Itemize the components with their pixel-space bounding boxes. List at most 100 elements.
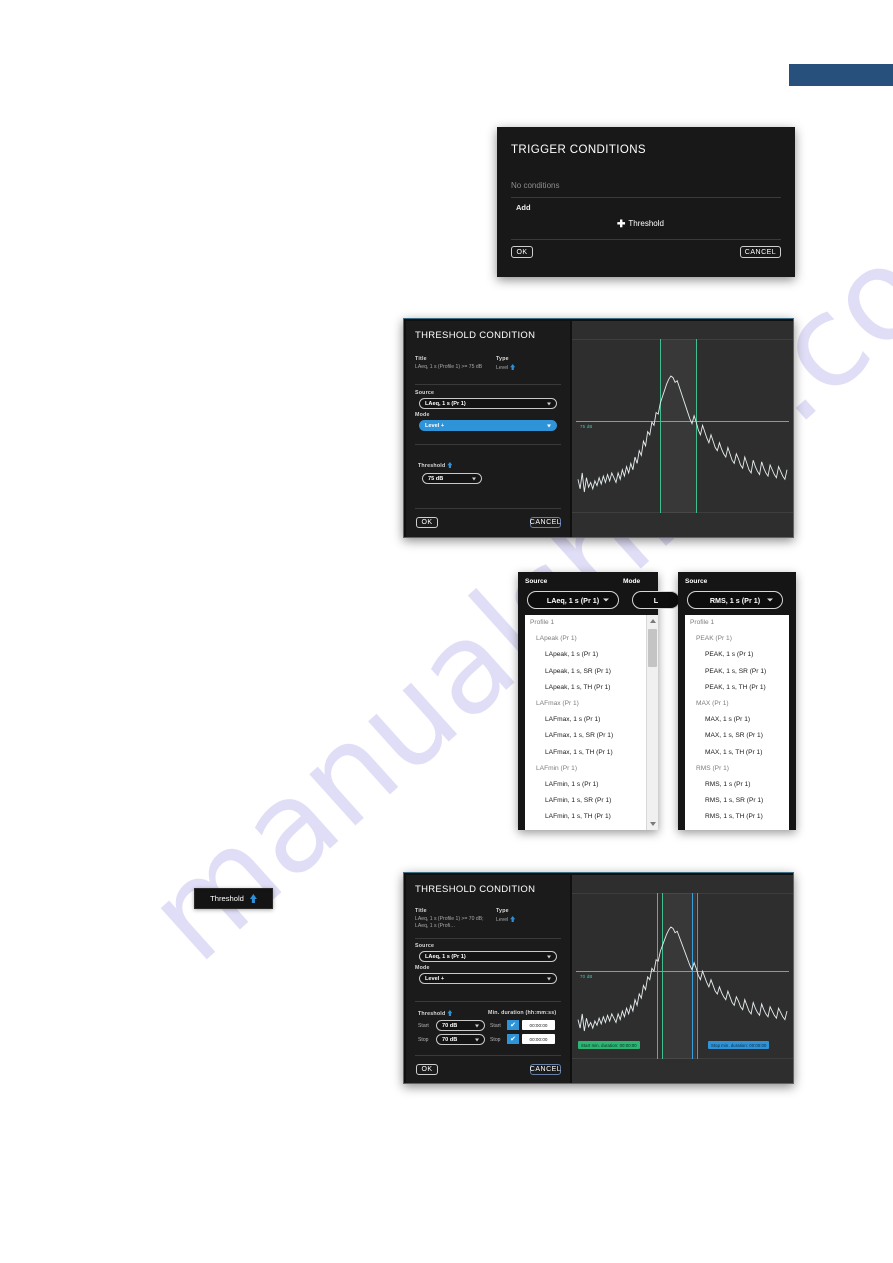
source-select[interactable]: RMS, 1 s (Pr 1) [687, 591, 783, 609]
threshold-badge[interactable]: Threshold [194, 888, 273, 909]
threshold-graph-panel-lower: 70 dB Start min. duration: 00:00:00 Stop… [572, 875, 793, 1083]
list-item[interactable]: LAFmax, 1 s (Pr 1) [525, 712, 658, 728]
divider-3 [415, 508, 561, 509]
duration-stop-field[interactable]: 00:00:00 [522, 1034, 555, 1044]
type-value: Level [496, 917, 509, 923]
scroll-up-icon[interactable] [649, 619, 656, 623]
ok-button[interactable]: OK [511, 246, 533, 258]
min-duration-label: Min. duration (hh:mm:ss) [488, 1010, 557, 1016]
chevron-down-icon [603, 598, 609, 602]
duration-start-checkbox[interactable]: ✔ [507, 1020, 519, 1030]
source-value: LAeq, 1 s (Pr 1) [425, 400, 466, 407]
list-item[interactable]: MAX, 1 s, SR (Pr 1) [685, 728, 789, 744]
threshold-icon [447, 462, 453, 468]
divider-bottom [511, 239, 781, 240]
trigger-conditions-title: TRIGGER CONDITIONS [511, 144, 646, 156]
type-value-row: Level [496, 364, 516, 371]
list-item: Profile 1 [530, 619, 555, 626]
cancel-button[interactable]: CANCEL [740, 246, 781, 258]
title-value: LAeq, 1 s (Profile 1) >= 70 dB; LAeq, 1 … [415, 916, 484, 929]
list-item: LAFmax (Pr 1) [536, 699, 579, 707]
list-item[interactable]: LAFmax, 1 s, TH (Pr 1) [525, 745, 658, 761]
source-label: Source [685, 578, 708, 585]
scroll-down-icon[interactable] [649, 822, 656, 826]
list-item[interactable]: LAFmin, 1 s, SR (Pr 1) [525, 793, 658, 809]
list-item: PEAK (Pr 1) [696, 635, 732, 643]
threshold-start-select[interactable]: 70 dB [436, 1020, 485, 1031]
chevron-down-icon [767, 598, 773, 602]
threshold-value: 75 dB [428, 475, 444, 482]
cancel-button[interactable]: CANCEL [530, 1064, 561, 1075]
list-item[interactable]: RMS, 1 s (Pr 1) [685, 777, 789, 793]
source-option-list[interactable]: Profile 1 LApeak (Pr 1) LApeak, 1 s (Pr 1)… [525, 615, 658, 830]
threshold-stop-label: Stop [418, 1037, 429, 1043]
chevron-down-icon [475, 1024, 479, 1027]
source-select[interactable]: LAeq, 1 s (Pr 1) [419, 951, 557, 962]
level-graph: 75 dB [572, 321, 793, 537]
list-item[interactable]: MAX, 1 s (Pr 1) [685, 712, 789, 728]
mode-label: Mode [623, 578, 641, 585]
source-option-list[interactable]: Profile 1 PEAK (Pr 1) PEAK, 1 s (Pr 1) PEAK… [685, 615, 789, 830]
ok-button[interactable]: OK [416, 1064, 438, 1075]
scrollbar-thumb[interactable] [648, 629, 657, 667]
threshold-start-value: 70 dB [442, 1022, 458, 1029]
mode-select[interactable]: Level + [419, 420, 557, 431]
check-icon: ✔ [510, 1021, 516, 1029]
chevron-down-icon [547, 955, 551, 958]
duration-stop-checkbox[interactable]: ✔ [507, 1034, 519, 1044]
list-item[interactable]: LAFmin, 1 s, TH (Pr 1) [525, 809, 658, 825]
type-value-row: Level [496, 916, 516, 923]
plus-icon: ✚ [617, 219, 626, 230]
threshold-form-panel: THRESHOLD CONDITION Title LAeq, 1 s (Pro… [406, 875, 570, 1083]
threshold-stop-select[interactable]: 70 dB [436, 1034, 485, 1045]
threshold-select[interactable]: 75 dB [422, 473, 482, 484]
trigger-conditions-dialog: TRIGGER CONDITIONS No conditions Add ✚ Th… [497, 127, 795, 277]
threshold-form-panel: THRESHOLD CONDITION Title LAeq, 1 s (Pro… [406, 321, 570, 537]
list-item[interactable]: LAFmin, 1 s (Pr 1) [525, 777, 658, 793]
threshold-icon [447, 1010, 453, 1016]
source-select[interactable]: LAeq, 1 s (Pr 1) [419, 398, 557, 409]
list-item[interactable]: LApeak, 1 s, TH (Pr 1) [525, 680, 658, 696]
duration-start-label: Start [490, 1023, 501, 1029]
source-label: Source [415, 943, 435, 949]
scrollbar[interactable] [646, 615, 658, 830]
duration-start-field[interactable]: 00:00:00 [522, 1020, 555, 1030]
type-value: Level [496, 365, 509, 371]
add-label: Add [516, 203, 531, 212]
list-item[interactable]: RMS, 1 s, SR (Pr 1) [685, 793, 789, 809]
source-select[interactable]: LAeq, 1 s (Pr 1) [527, 591, 619, 609]
title-value: LAeq, 1 s (Profile 1) >= 75 dB [415, 364, 483, 370]
list-item[interactable]: PEAK, 1 s, TH (Pr 1) [685, 680, 789, 696]
threshold-condition-dialog-upper: THRESHOLD CONDITION Title LAeq, 1 s (Pro… [403, 318, 794, 538]
list-item[interactable]: PEAK, 1 s, SR (Pr 1) [685, 664, 789, 680]
mode-select[interactable]: Level + [419, 973, 557, 984]
ok-button[interactable]: OK [416, 517, 438, 528]
threshold-condition-title: THRESHOLD CONDITION [415, 330, 536, 341]
source-label: Source [525, 578, 548, 585]
chevron-down-icon [475, 1038, 479, 1041]
source-value: LAeq, 1 s (Pr 1) [425, 953, 466, 960]
mode-select[interactable]: L [632, 591, 680, 609]
list-item[interactable]: LAFmax, 1 s, SR (Pr 1) [525, 728, 658, 744]
list-item: Profile 1 [690, 619, 715, 626]
divider-1 [415, 384, 561, 385]
title-label: Title [415, 356, 427, 362]
add-threshold-item[interactable]: ✚ Threshold [617, 219, 664, 230]
divider-top [511, 197, 781, 198]
mode-value: Level + [425, 422, 445, 429]
add-threshold-label: Threshold [628, 219, 664, 228]
list-item[interactable]: PEAK, 1 s (Pr 1) [685, 647, 789, 663]
threshold-label-row: Threshold [418, 462, 453, 469]
list-item[interactable]: MAX, 1 s, TH (Pr 1) [685, 745, 789, 761]
check-icon: ✔ [510, 1035, 516, 1043]
threshold-graph-panel-upper: 75 dB [572, 321, 793, 537]
list-item[interactable]: LApeak, 1 s (Pr 1) [525, 647, 658, 663]
list-item[interactable]: LApeak, 1 s, SR (Pr 1) [525, 664, 658, 680]
threshold-icon [249, 894, 257, 903]
type-label: Type [496, 908, 509, 914]
list-item: RMS (Pr 1) [696, 764, 729, 772]
list-item[interactable]: RMS, 1 s, TH (Pr 1) [685, 809, 789, 825]
header-accent-bar [789, 64, 893, 86]
source-dropdown-left: Source Mode LAeq, 1 s (Pr 1) L Profile 1… [518, 572, 680, 830]
cancel-button[interactable]: CANCEL [530, 517, 561, 528]
